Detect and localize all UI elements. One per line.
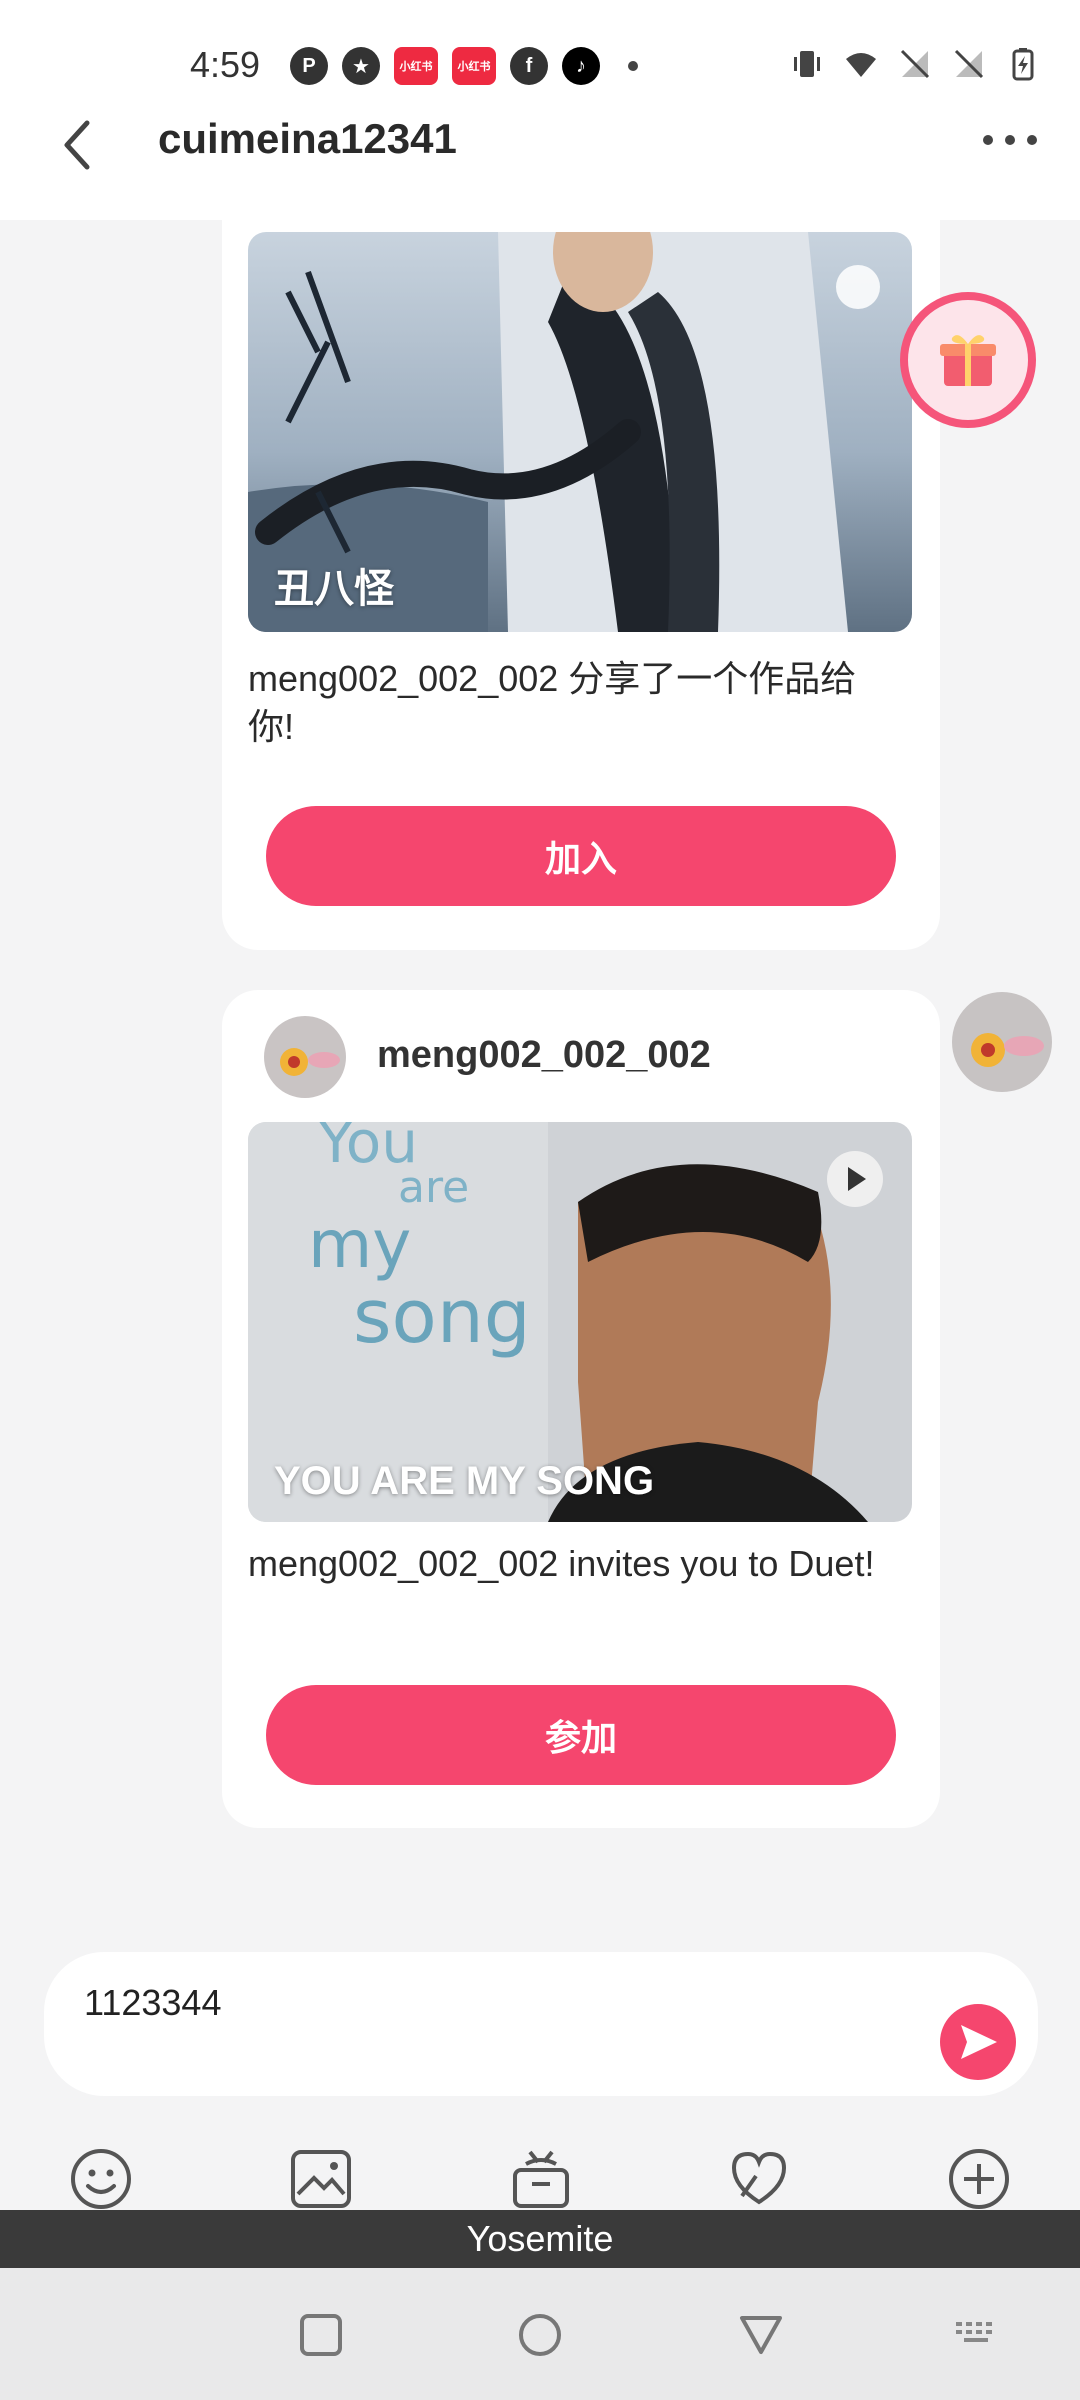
svg-text:my: my xyxy=(308,1206,411,1283)
no-sim-icon xyxy=(900,49,930,79)
more-options-icon[interactable] xyxy=(980,125,1040,155)
more-notifications-icon xyxy=(628,61,638,71)
keyboard-icon[interactable] xyxy=(954,2312,1000,2358)
gift-icon xyxy=(940,335,996,386)
navigation-bar xyxy=(0,2268,1080,2400)
song-thumbnail[interactable]: You are my song YOU ARE MY SONG xyxy=(248,1122,912,1522)
home-icon[interactable] xyxy=(517,2312,563,2358)
status-time: 4:59 xyxy=(190,44,261,85)
gift-tool-icon[interactable] xyxy=(508,2146,574,2212)
notification-icons: P ★ 小红书 小红书 f ♪ xyxy=(290,47,638,85)
back-icon[interactable] xyxy=(738,2312,784,2358)
back-arrow-icon[interactable] xyxy=(55,115,105,175)
song-title: YOU ARE MY SONG xyxy=(274,1459,655,1503)
image-icon[interactable] xyxy=(288,2146,354,2212)
sender-avatar[interactable] xyxy=(264,1016,346,1098)
send-button[interactable] xyxy=(940,2004,1016,2080)
tiktok-icon: ♪ xyxy=(562,47,600,85)
app-badge-text: 小红书 xyxy=(457,61,491,73)
message-input-box[interactable]: 1123344 xyxy=(44,1952,1038,2096)
share-message-text: meng002_002_002 分享了一个作品给你! xyxy=(248,658,857,747)
duet-invite-card[interactable]: meng002_002_002 You are my song YOU ARE … xyxy=(222,990,940,1828)
recent-apps-icon[interactable] xyxy=(298,2312,344,2358)
facebook-icon: f xyxy=(510,47,548,85)
vibrate-icon xyxy=(794,51,820,77)
work-thumbnail[interactable]: 丑八怪 xyxy=(248,232,912,632)
keyboard-banner: Yosemite xyxy=(0,2210,1080,2268)
message-input[interactable]: 1123344 xyxy=(84,1982,221,2024)
work-title: 丑八怪 xyxy=(274,567,394,611)
my-avatar[interactable] xyxy=(952,992,1052,1092)
shared-work-card[interactable]: 丑八怪 meng002_002_002 分享了一个作品给你! 加入 xyxy=(222,200,940,950)
sender-name: meng002_002_002 xyxy=(377,1034,711,1076)
app-badge-text: 小红书 xyxy=(399,61,433,73)
xiaohongshu-icon: 小红书 xyxy=(452,47,496,85)
participate-button[interactable]: 参加 xyxy=(266,1685,896,1785)
xiaohongshu-icon: 小红书 xyxy=(394,47,438,85)
system-icons xyxy=(790,47,1040,81)
star-icon: ★ xyxy=(342,47,380,85)
input-toolbar xyxy=(0,2140,1080,2220)
send-icon xyxy=(961,2025,997,2059)
duet-icon[interactable] xyxy=(726,2146,792,2212)
p-icon: P xyxy=(290,47,328,85)
plus-icon[interactable] xyxy=(946,2146,1012,2212)
no-sim-icon xyxy=(954,49,984,79)
chat-title: cuimeina12341 xyxy=(158,115,457,162)
duet-message-text: meng002_002_002 invites you to Duet! xyxy=(248,1543,875,1584)
svg-text:song: song xyxy=(353,1274,531,1360)
floating-gift-button[interactable] xyxy=(900,292,1036,428)
wifi-icon xyxy=(846,53,876,77)
emoji-icon[interactable] xyxy=(68,2146,134,2212)
join-button[interactable]: 加入 xyxy=(266,806,896,906)
battery-charging-icon xyxy=(1012,48,1034,81)
